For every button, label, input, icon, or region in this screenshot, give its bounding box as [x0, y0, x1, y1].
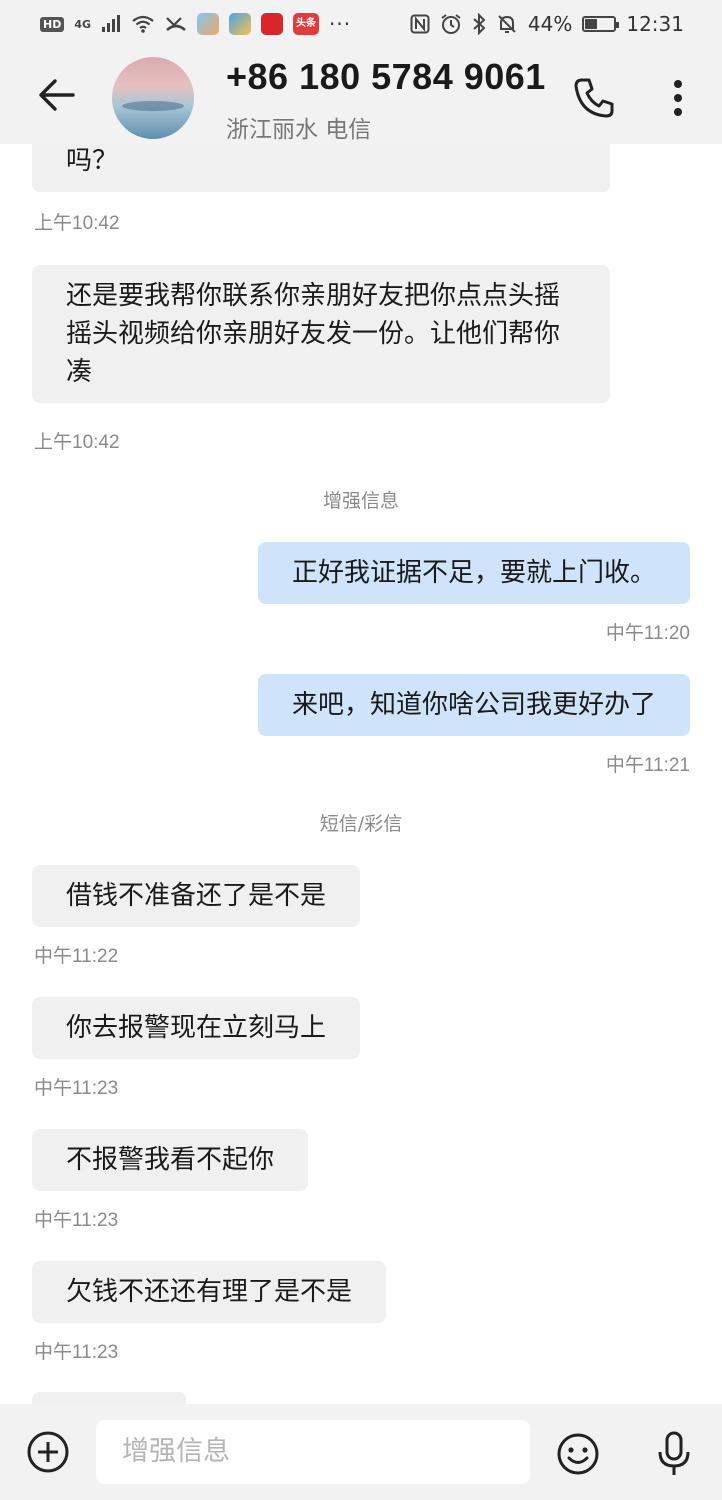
bluetooth-icon	[472, 13, 486, 35]
signal-icon	[101, 15, 121, 33]
message-timestamp: 上午10:42	[34, 432, 120, 453]
app-notification-icon	[229, 13, 252, 35]
missed-call-icon	[165, 14, 187, 34]
outgoing-message[interactable]: 正好我证据不足，要就上门收。	[257, 542, 690, 604]
incoming-message[interactable]: 借钱不准备还了是不是	[32, 865, 361, 927]
contact-phone-number[interactable]: +86 180 5784 9061	[226, 56, 546, 98]
huawei-app-icon	[261, 13, 284, 35]
hd-badge: HD	[40, 16, 65, 32]
contact-avatar[interactable]	[112, 57, 194, 139]
mute-icon	[496, 13, 518, 35]
conversation-header: +86 180 5784 9061 浙江丽水 电信	[0, 48, 722, 144]
message-timestamp: 中午11:23	[34, 1210, 119, 1231]
more-notifications-icon: ···	[329, 12, 352, 36]
emoji-button[interactable]	[556, 1432, 600, 1476]
wifi-icon	[131, 15, 155, 33]
incoming-message[interactable]: 你去报警现在立刻马上	[32, 997, 361, 1059]
battery-icon	[582, 16, 620, 32]
add-circle-icon	[27, 1431, 69, 1473]
message-type-divider: 增强信息	[322, 490, 399, 512]
add-attachment-button[interactable]	[26, 1430, 70, 1474]
message-timestamp: 中午11:22	[34, 946, 119, 967]
clock: 12:31	[626, 12, 684, 36]
nfc-icon	[410, 14, 430, 34]
message-timestamp: 上午10:42	[34, 213, 120, 234]
status-bar: HD 4G 头条 ··· 44% 12:31	[0, 0, 722, 48]
status-bar-right: 44% 12:31	[410, 12, 684, 36]
battery-level	[585, 19, 598, 29]
battery-percent: 44%	[527, 12, 573, 36]
microphone-icon	[658, 1431, 690, 1475]
alarm-icon	[440, 13, 462, 35]
network-type: 4G	[74, 17, 92, 31]
message-timestamp: 中午11:20	[605, 623, 690, 644]
incoming-message[interactable]: 欠钱不还还有理了是不是	[32, 1261, 387, 1323]
app-notification-icon	[197, 13, 220, 35]
compose-bar	[0, 1404, 722, 1500]
incoming-message[interactable]: 不报警我看不起你	[32, 1129, 309, 1191]
arrow-left-icon	[39, 79, 75, 111]
incoming-message[interactable]: 吗？	[32, 144, 610, 192]
contact-location: 浙江丽水 电信	[226, 117, 372, 143]
message-timestamp: 中午11:23	[34, 1078, 119, 1099]
message-input[interactable]	[96, 1420, 530, 1484]
message-timestamp: 中午11:23	[34, 1342, 119, 1363]
back-button[interactable]	[36, 74, 78, 116]
more-options-button[interactable]	[660, 74, 696, 122]
toutiao-app-icon: 头条	[293, 13, 320, 35]
call-button[interactable]	[570, 74, 618, 122]
voice-input-button[interactable]	[652, 1430, 696, 1478]
outgoing-message[interactable]: 来吧，知道你啥公司我更好办了	[257, 674, 690, 736]
status-bar-left: HD 4G 头条 ···	[40, 12, 351, 36]
message-timestamp: 中午11:21	[605, 755, 690, 776]
message-list[interactable]: 吗？ 上午10:42 还是要我帮你联系你亲朋好友把你点点头摇摇头视频给你亲朋好友…	[0, 144, 722, 1404]
incoming-message-partial[interactable]	[32, 1392, 186, 1404]
phone-icon	[574, 78, 614, 118]
message-type-divider: 短信/彩信	[319, 813, 403, 835]
incoming-message[interactable]: 还是要我帮你联系你亲朋好友把你点点头摇摇头视频给你亲朋好友发一份。让他们帮你凑	[32, 265, 610, 403]
emoji-icon	[557, 1433, 599, 1475]
more-vertical-icon	[674, 80, 682, 116]
